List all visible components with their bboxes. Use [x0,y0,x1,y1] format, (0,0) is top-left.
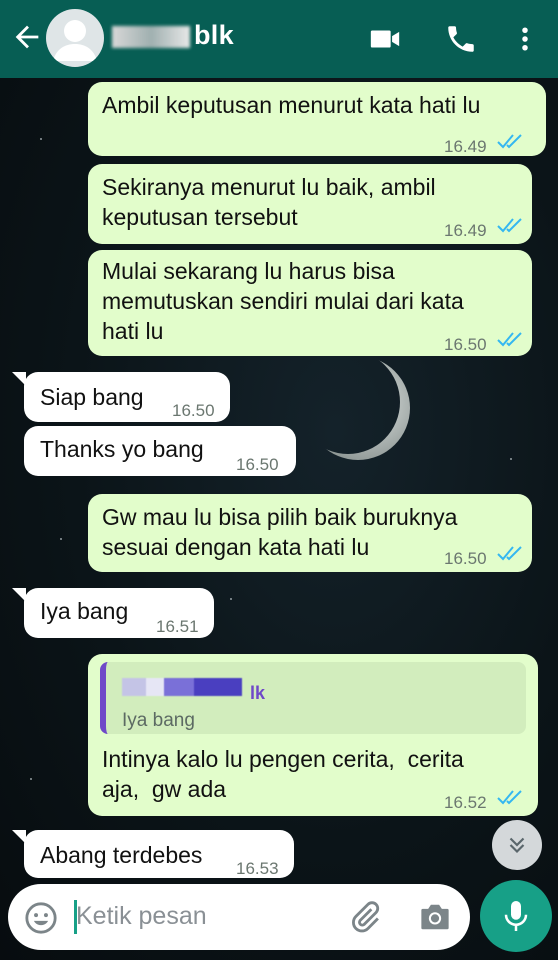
redacted-quote-author [122,678,242,696]
message-text: Gw mau lu bisa pilih baik buruknya sesua… [102,504,458,560]
more-options-icon[interactable] [510,22,540,56]
double-check-icon [497,134,522,149]
message-text: Ambil keputusan menurut kata hati lu [102,92,481,118]
double-check-icon [497,332,522,347]
message-incoming[interactable]: Siap bang 16.50 [24,372,230,422]
message-time: 16.50 [444,549,487,568]
contact-name-visible: blk [194,20,234,50]
message-outgoing[interactable]: Ambil keputusan menurut kata hati lu 16.… [88,82,546,156]
message-outgoing[interactable]: Gw mau lu bisa pilih baik buruknya sesua… [88,494,532,572]
message-time: 16.50 [444,335,487,354]
message-time: 16.52 [444,793,487,812]
message-outgoing[interactable]: lk Iya bang Intinya kalo lu pengen cerit… [88,654,538,816]
message-time: 16.53 [236,859,279,878]
message-incoming[interactable]: Iya bang 16.51 [24,588,214,638]
message-text: Thanks yo bang [40,436,204,462]
message-text: Siap bang [40,384,144,410]
video-call-icon[interactable] [368,22,402,56]
avatar[interactable] [46,9,104,67]
message-time: 16.49 [444,137,487,156]
double-check-icon [497,546,522,561]
message-time: 16.50 [172,401,215,420]
scroll-down-icon [509,837,525,854]
message-composer[interactable]: Ketik pesan [8,884,470,950]
message-incoming[interactable]: Abang terdebes 16.53 [24,830,294,878]
redacted-name-part [112,25,190,48]
message-text: Abang terdebes [40,842,203,868]
voice-message-button[interactable] [480,880,552,952]
phone-icon[interactable] [444,22,478,56]
chat-header: blk [0,0,558,78]
message-text: Iya bang [40,598,129,624]
message-time: 16.49 [444,221,487,240]
quote-author: lk [250,683,266,703]
moon-illustration [318,356,410,460]
double-check-icon [497,218,522,233]
double-check-icon [497,790,522,805]
message-text: Mulai sekarang lu harus bisa memutuskan … [102,258,464,344]
scroll-down-button[interactable] [492,820,542,870]
back-arrow-icon[interactable] [10,20,44,54]
message-time: 16.51 [156,617,199,636]
message-outgoing[interactable]: Mulai sekarang lu harus bisa memutuskan … [88,250,532,356]
message-text: Intinya kalo lu pengen cerita, cerita aj… [102,746,464,802]
mic-icon [504,901,528,931]
quote-text: Iya bang [122,710,195,731]
message-input[interactable]: Ketik pesan [76,902,207,931]
message-incoming[interactable]: Thanks yo bang 16.50 [24,426,296,476]
message-outgoing[interactable]: Sekiranya menurut lu baik, ambil keputus… [88,164,532,244]
camera-icon[interactable] [418,902,452,932]
contact-name[interactable]: blk [112,20,234,51]
message-time: 16.50 [236,455,279,474]
attach-icon[interactable] [348,900,382,934]
emoji-icon[interactable] [24,901,58,935]
quoted-message[interactable]: lk Iya bang [100,662,526,734]
message-text: Sekiranya menurut lu baik, ambil keputus… [102,174,436,230]
